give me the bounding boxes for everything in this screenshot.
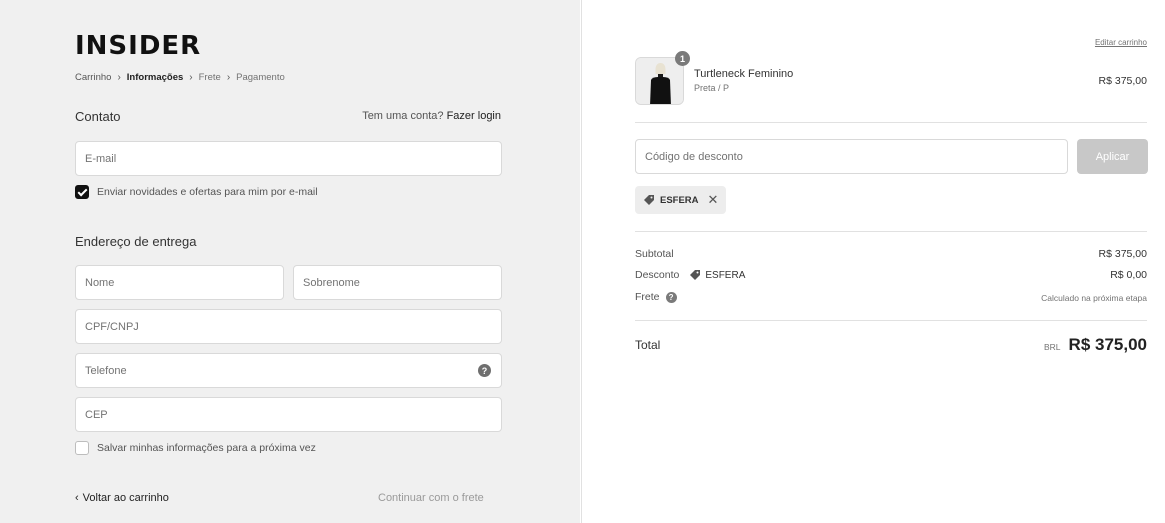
order-summary-panel: Editar carrinho 1 Turtleneck Feminino Pr…	[581, 0, 1165, 523]
question-icon[interactable]: ?	[665, 291, 677, 303]
shipping-row-label: Frete ?	[635, 291, 677, 303]
close-icon[interactable]: ✕	[708, 192, 719, 208]
last-name-field[interactable]	[293, 265, 502, 300]
total-value: R$ 375,00	[1068, 335, 1147, 354]
cpf-input[interactable]	[85, 320, 492, 333]
discount-value: R$ 0,00	[1110, 269, 1147, 281]
save-info-checkbox[interactable]	[75, 441, 89, 455]
question-icon[interactable]: ?	[478, 364, 491, 377]
email-input[interactable]	[85, 152, 492, 165]
discount-row-label: Desconto ESFERA	[635, 269, 745, 281]
newsletter-label: Enviar novidades e ofertas para mim por …	[97, 186, 318, 198]
chevron-left-icon: ‹	[75, 492, 79, 504]
total-label: Total	[635, 338, 661, 352]
back-to-cart-label: Voltar ao carrinho	[82, 492, 169, 504]
login-link[interactable]: Fazer login	[447, 110, 501, 122]
save-info-label: Salvar minhas informações para a próxima…	[97, 442, 316, 454]
first-name-field[interactable]	[75, 265, 284, 300]
chevron-right-icon: ›	[226, 72, 231, 83]
product-variant: Preta / P	[694, 83, 730, 93]
quantity-badge: 1	[675, 51, 690, 66]
discount-code-input[interactable]	[645, 150, 1058, 163]
subtotal-label: Subtotal	[635, 248, 674, 260]
divider	[635, 231, 1147, 232]
email-field[interactable]	[75, 141, 502, 176]
total-amount: BRL R$ 375,00	[1044, 335, 1147, 355]
continue-to-shipping-button[interactable]: Continuar com o frete	[378, 492, 484, 504]
subtotal-value: R$ 375,00	[1098, 248, 1147, 260]
breadcrumb: Carrinho › Informações › Frete › Pagamen…	[75, 72, 285, 83]
divider	[635, 122, 1147, 123]
discount-label: Desconto	[635, 269, 680, 281]
product-name: Turtleneck Feminino	[694, 68, 794, 80]
breadcrumb-shipping: Frete	[198, 72, 221, 83]
divider	[635, 320, 1147, 321]
newsletter-checkbox[interactable]	[75, 185, 89, 199]
currency-code: BRL	[1044, 342, 1061, 352]
shipping-value: Calculado na próxima etapa	[1041, 293, 1147, 303]
discount-code-field[interactable]	[635, 139, 1068, 174]
edit-cart-link[interactable]: Editar carrinho	[1095, 38, 1147, 47]
discount-code-tag: ESFERA	[689, 269, 745, 281]
phone-input[interactable]	[85, 364, 492, 377]
cpf-field[interactable]	[75, 309, 502, 344]
chevron-right-icon: ›	[189, 72, 193, 83]
breadcrumb-payment: Pagamento	[236, 72, 285, 83]
cep-input[interactable]	[85, 408, 492, 421]
brand-logo[interactable]: INSIDER	[75, 33, 201, 59]
shipping-label: Frete	[635, 291, 660, 303]
shipping-title: Endereço de entrega	[75, 234, 197, 249]
breadcrumb-cart[interactable]: Carrinho	[75, 72, 111, 83]
phone-field[interactable]: ?	[75, 353, 502, 388]
first-name-input[interactable]	[85, 276, 274, 289]
product-image	[636, 58, 683, 104]
apply-discount-button[interactable]: Aplicar	[1077, 139, 1148, 174]
last-name-input[interactable]	[303, 276, 492, 289]
login-prompt: Tem uma conta? Fazer login	[362, 110, 501, 122]
tag-icon	[690, 270, 701, 280]
applied-discount-code: ESFERA	[660, 194, 699, 206]
back-to-cart-link[interactable]: ‹ Voltar ao carrinho	[75, 492, 169, 504]
login-prompt-text: Tem uma conta?	[362, 110, 444, 122]
tag-icon	[644, 195, 654, 205]
breadcrumb-information: Informações	[126, 72, 184, 83]
chevron-right-icon: ›	[117, 72, 121, 83]
cep-field[interactable]	[75, 397, 502, 432]
discount-code-text: ESFERA	[705, 269, 746, 281]
applied-discount-chip: ESFERA ✕	[635, 186, 727, 214]
product-price: R$ 375,00	[1098, 75, 1147, 87]
contact-title: Contato	[75, 109, 121, 124]
checkout-form-panel: INSIDER Carrinho › Informações › Frete ›…	[0, 0, 580, 523]
